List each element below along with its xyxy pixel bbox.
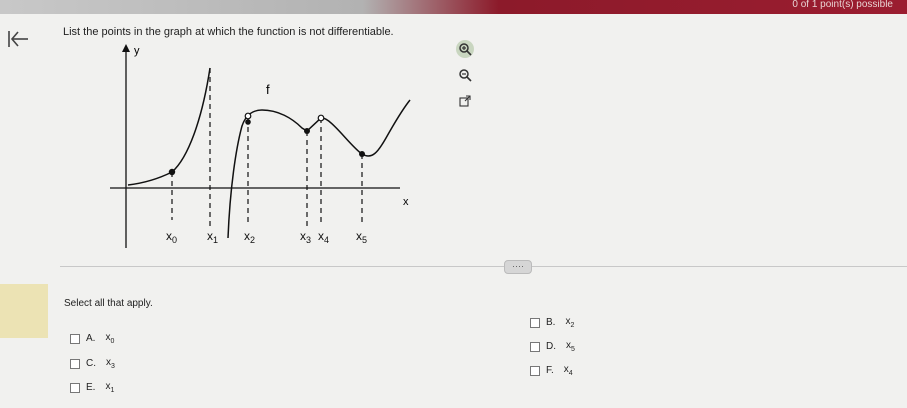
x-label-0: x0 [166, 229, 177, 245]
x-label-3: x3 [300, 229, 311, 245]
point-x0 [168, 168, 176, 176]
checkbox[interactable] [530, 341, 540, 352]
function-label: f [266, 82, 270, 97]
x-label-1: x1 [207, 229, 218, 245]
select-prompt: Select all that apply. [64, 298, 153, 309]
checkbox[interactable] [70, 333, 80, 344]
option-f[interactable]: F. x4 [530, 364, 573, 377]
highlight-bar [0, 284, 48, 338]
open-point-x4 [317, 114, 325, 122]
x-axis-label: x [403, 196, 409, 208]
function-graph: y x f x0 x1 x2 x3 x4 x5 [110, 38, 430, 263]
option-c[interactable]: C. x3 [70, 357, 115, 370]
zoom-in-icon[interactable] [456, 40, 474, 58]
graph-tools [456, 40, 476, 118]
zoom-out-icon[interactable] [456, 66, 474, 84]
top-status-bar: 0 of 1 point(s) possible [0, 0, 907, 14]
option-d[interactable]: D. x5 [530, 340, 575, 353]
open-point-x2 [244, 112, 252, 120]
popout-icon[interactable] [456, 92, 474, 110]
checkbox[interactable] [530, 317, 540, 328]
option-b[interactable]: B. x2 [530, 316, 574, 329]
score-text: 0 of 1 point(s) possible [792, 0, 893, 10]
x-label-2: x2 [244, 229, 255, 245]
checkbox[interactable] [70, 382, 80, 393]
y-axis-label: y [134, 45, 140, 57]
resize-handle[interactable]: ···· [504, 260, 532, 274]
section-divider [60, 266, 907, 267]
x-label-5: x5 [356, 229, 367, 245]
option-e[interactable]: E. x1 [70, 381, 114, 394]
point-x2 [245, 119, 251, 125]
option-a[interactable]: A. x0 [70, 332, 114, 345]
checkbox[interactable] [70, 358, 80, 369]
point-x3 [304, 128, 310, 134]
back-arrow-icon[interactable] [6, 28, 30, 50]
point-x5 [359, 151, 365, 157]
question-text: List the points in the graph at which th… [63, 26, 394, 38]
x-label-4: x4 [318, 229, 329, 245]
checkbox[interactable] [530, 365, 540, 376]
